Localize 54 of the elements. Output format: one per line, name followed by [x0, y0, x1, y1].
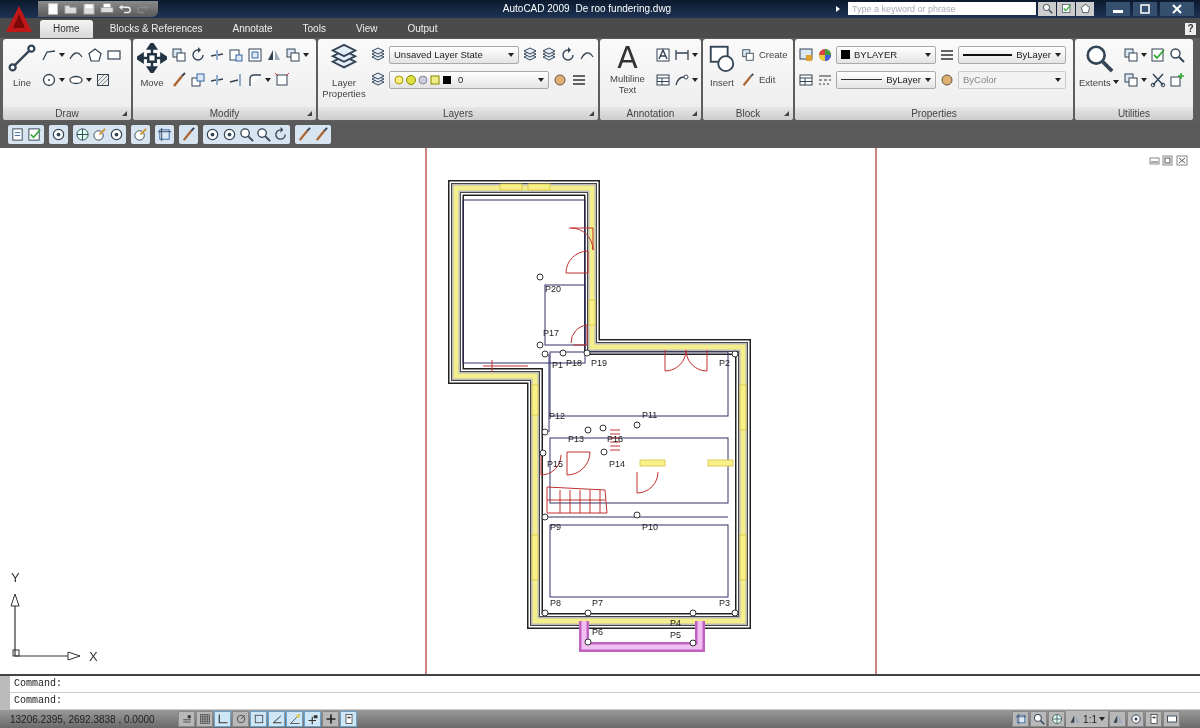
point-label: P15 — [547, 459, 563, 470]
point-label: P13 — [568, 434, 584, 445]
panel-title: Modify — [209, 108, 240, 120]
large-tool-button[interactable]: Extents — [1078, 42, 1120, 88]
app-name: AutoCAD 2009 — [502, 3, 570, 15]
panel-title: Layers — [443, 108, 473, 120]
large-tool-button[interactable]: Line — [6, 42, 38, 88]
dropdown-field[interactable]: Unsaved Layer State — [389, 45, 519, 64]
large-tool-button[interactable]: Layer Properties — [321, 42, 367, 99]
large-tool-button[interactable]: A Multiline Text — [603, 42, 652, 95]
point-label: P18 — [566, 358, 582, 369]
ribbon-tab[interactable]: Annotate — [219, 19, 286, 38]
help-button[interactable]: ? — [1185, 22, 1196, 35]
point-label: P7 — [592, 598, 603, 609]
point-label: P2 — [719, 358, 730, 369]
axis-label: X — [89, 649, 98, 665]
annotation-scale-button[interactable]: 1:1 — [1066, 711, 1108, 728]
ribbon-tab[interactable]: Output — [394, 19, 451, 38]
point-label: P9 — [550, 522, 561, 533]
point-label: P14 — [609, 459, 625, 470]
point-label: P11 — [642, 410, 658, 421]
large-tool-button[interactable]: Move — [136, 42, 168, 88]
panel-title: Draw — [55, 108, 79, 120]
search-field[interactable]: Type a keyword or phrase — [848, 2, 1036, 16]
dropdown-field[interactable]: ByLayer — [958, 45, 1066, 64]
panel-title: Utilities — [1117, 108, 1151, 120]
large-tool-button[interactable]: Insert — [706, 42, 738, 88]
point-label: P17 — [543, 328, 559, 339]
point-label: P8 — [550, 598, 561, 609]
panel-title: Annotation — [626, 108, 675, 120]
ribbon-tab[interactable]: Tools — [289, 19, 339, 38]
dropdown-field[interactable]: BYLAYER — [836, 45, 936, 64]
document-name: De roo fundering.dwg — [575, 3, 672, 15]
panel-title: Block — [735, 108, 761, 120]
ribbon-tab[interactable]: View — [342, 19, 391, 38]
small-tool-button[interactable]: Create — [741, 47, 788, 62]
point-label: P20 — [545, 284, 561, 295]
point-label: P5 — [670, 630, 681, 641]
small-tool-button[interactable]: Edit — [741, 72, 776, 87]
ribbon-tab[interactable]: Home — [40, 19, 93, 38]
dropdown-field[interactable]: 0 — [389, 70, 549, 89]
point-label: P16 — [607, 434, 623, 445]
point-label: P3 — [719, 598, 730, 609]
point-label: P19 — [591, 358, 607, 369]
panel-title: Properties — [911, 108, 957, 120]
command-line: Command: — [10, 676, 1200, 694]
coordinates-readout: 13206.2395, 2692.3838 , 0.0000 — [9, 713, 156, 725]
point-label: P10 — [642, 522, 658, 533]
dropdown-field[interactable]: ByLayer — [836, 70, 936, 89]
point-label: P6 — [592, 627, 603, 638]
point-label: P12 — [549, 411, 565, 422]
ribbon-tab[interactable]: Blocks & References — [96, 19, 216, 38]
point-label: P1 — [552, 360, 563, 371]
axis-label: Y — [11, 570, 20, 586]
